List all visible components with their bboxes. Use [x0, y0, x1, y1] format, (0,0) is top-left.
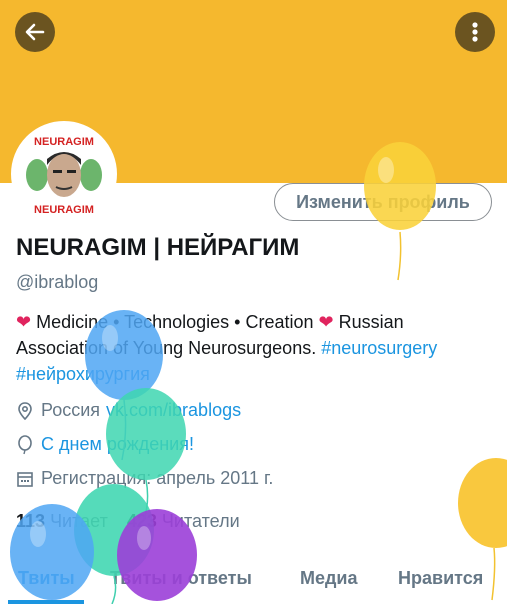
hashtag-link[interactable]: #нейрохирургия	[16, 364, 150, 384]
tab-likes[interactable]: Нравится	[398, 568, 483, 589]
avatar-text-bottom: NEURAGIM	[34, 204, 94, 216]
bio-text-1: Medicine • Technologies • Creation	[31, 312, 319, 332]
edit-profile-button[interactable]: Изменить профиль	[274, 183, 492, 221]
profile-tabs: Твиты Твиты и ответы Медиа Нравится	[0, 562, 507, 604]
profile-handle: @ibrablog	[16, 272, 99, 292]
profile-name: NEURAGIM | НЕЙРАГИМ	[16, 234, 300, 261]
avatar-text-top: NEURAGIM	[34, 136, 94, 148]
heart-icon: ❤	[16, 312, 32, 332]
birthday-text[interactable]: С днем рождения!	[41, 434, 194, 455]
profile-bio: ❤ Medicine • Technologies • Creation ❤ R…	[16, 309, 496, 387]
follow-counts: 113 Читает 423 Читатели	[16, 511, 240, 532]
location-row: Россия vk.com/ibrablogs	[16, 400, 241, 421]
tab-tweets[interactable]: Твиты	[18, 568, 75, 589]
tab-media[interactable]: Медиа	[300, 568, 358, 589]
avatar[interactable]: NEURAGIM NEURAGIM	[11, 121, 117, 227]
hashtag-link[interactable]: #neurosurgery	[321, 338, 437, 358]
website-link[interactable]: vk.com/ibrablogs	[106, 400, 241, 421]
back-button[interactable]	[15, 12, 55, 52]
location-text: Россия	[41, 400, 101, 420]
calendar-icon	[17, 471, 33, 487]
more-options-button[interactable]	[455, 12, 495, 52]
followers-count[interactable]: 423 Читатели	[127, 511, 240, 531]
location-pin-icon	[18, 401, 32, 420]
balloon-icon	[18, 434, 32, 454]
joined-text: Регистрация: апрель 2011 г.	[41, 468, 274, 488]
more-vertical-icon	[472, 22, 478, 42]
tab-tweets-replies[interactable]: Твиты и ответы	[110, 568, 252, 589]
birthday-row: С днем рождения!	[16, 434, 194, 455]
avatar-image: NEURAGIM NEURAGIM	[15, 125, 113, 223]
following-count[interactable]: 113 Читает	[16, 511, 108, 531]
heart-icon: ❤	[318, 312, 334, 332]
active-tab-indicator	[8, 600, 84, 604]
joined-row: Регистрация: апрель 2011 г.	[16, 468, 273, 489]
arrow-left-icon	[25, 23, 45, 41]
